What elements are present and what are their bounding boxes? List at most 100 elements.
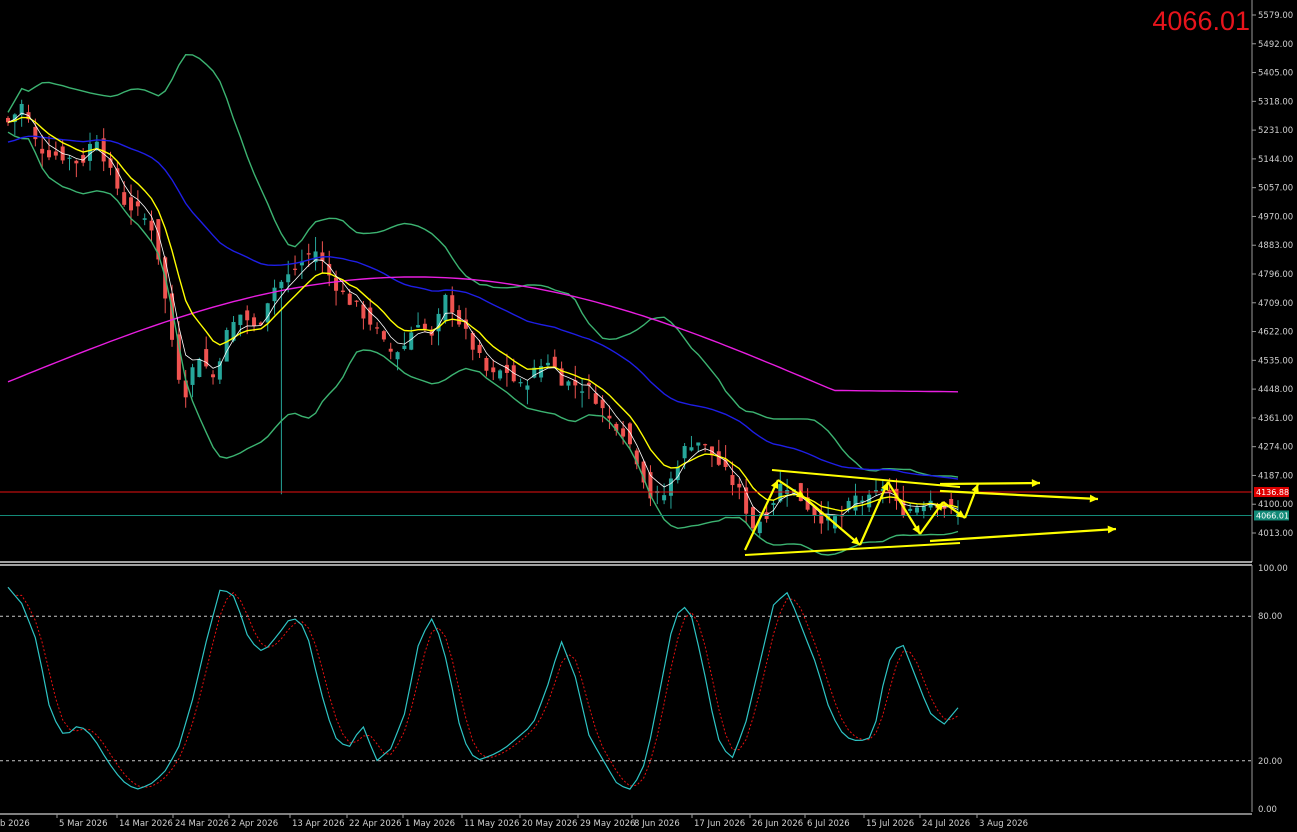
stoch-tick-label: 20.00 [1258,757,1282,767]
price-tick-label: 4796.00 [1258,270,1293,280]
candle-body [668,478,673,496]
time-tick-label: 15 Jul 2026 [866,819,914,829]
price-tick-label: 4883.00 [1258,241,1293,251]
candle-body [245,310,250,321]
candle-body [682,446,687,459]
candle-body [279,281,284,289]
candle-body [47,150,52,158]
current-price-label: 4066.01 [1256,511,1289,520]
candle-body [498,370,503,379]
candle-body [402,345,407,350]
candle-body [607,415,612,419]
candle-body [334,277,339,291]
candle-body [552,356,557,368]
candle-body [197,358,202,378]
time-tick-label: 11 May 2026 [464,819,519,829]
candle-body [149,220,154,231]
price-tick-label: 5231.00 [1258,126,1293,136]
candle-body [53,151,58,156]
candle-body [381,331,386,340]
candle-body [422,323,427,329]
resistance-price-label: 4136.88 [1256,488,1289,497]
candle-body [450,295,455,313]
candle-body [135,201,140,207]
stoch-tick-label: 100.00 [1258,564,1288,574]
price-tick-label: 4013.00 [1258,529,1293,539]
price-tick-label: 4970.00 [1258,212,1293,222]
candle-body [354,300,359,302]
candle-body [40,148,45,154]
price-tick-label: 5057.00 [1258,184,1293,194]
candle-body [416,325,421,328]
candle-body [272,287,277,302]
candle-body [696,442,701,446]
candle-body [518,382,523,384]
time-tick-label: 6 Jul 2026 [807,819,850,829]
candle-body [662,495,667,501]
candle-body [368,307,373,325]
candle-body [190,367,195,385]
price-tick-label: 4709.00 [1258,299,1293,309]
price-tick-label: 5492.00 [1258,40,1293,50]
time-tick-label: 22 Apr 2026 [349,819,402,829]
price-tick-label: 5144.00 [1258,155,1293,165]
time-tick-label: 8 Jun 2026 [634,819,680,829]
candle-body [388,348,393,352]
candle-body [101,138,106,162]
candle-body [211,374,216,378]
time-tick-label: 29 May 2026 [580,819,635,829]
stoch-tick-label: 80.00 [1258,612,1282,622]
candle-body [525,385,530,390]
time-tick-label: 20 May 2026 [522,819,577,829]
candle-body [908,508,913,511]
candle-body [347,293,352,305]
candle-body [477,344,482,353]
price-tick-label: 5579.00 [1258,11,1293,21]
candle-body [395,352,400,360]
candle-body [470,332,475,350]
price-tick-label: 4622.00 [1258,328,1293,338]
candle-body [716,451,721,465]
price-tick-label: 4187.00 [1258,471,1293,481]
time-tick-label: 24 Mar 2026 [175,819,229,829]
candle-body [238,314,243,326]
candle-body [142,218,147,220]
candle-body [580,391,585,393]
price-tick-label: 4100.00 [1258,500,1293,510]
price-tick-label: 5405.00 [1258,69,1293,79]
candle-body [129,197,134,211]
candle-body [627,423,632,445]
candle-body [914,507,919,513]
candle-body [74,160,79,164]
candle-body [853,495,858,511]
candle-body [867,494,872,508]
candle-body [593,393,598,404]
time-tick-label: 17 Jun 2026 [694,819,745,829]
stoch-tick-label: 0.00 [1258,805,1277,815]
time-tick-label: 1 May 2026 [405,819,455,829]
candle-body [737,483,742,488]
price-tick-label: 4361.00 [1258,414,1293,424]
candle-body [224,330,229,362]
candle-body [566,381,571,386]
candle-body [750,507,755,529]
candle-body [122,192,127,205]
candle-body [491,367,496,373]
price-tick-label: 4448.00 [1258,385,1293,395]
candle-body [265,303,270,323]
candle-body [252,317,257,327]
candle-body [217,361,222,380]
candle-body [545,362,550,366]
candle-body [703,444,708,446]
candle-body [621,428,626,437]
price-chart[interactable]: 5579.00 5492.00 5405.00 5318.00 5231.00 5144.… [0,0,1297,832]
candle-body [484,357,489,371]
time-tick-label: 13 Apr 2026 [292,819,345,829]
candle-body [443,294,448,321]
time-tick-label: 14 Mar 2026 [119,819,173,829]
time-tick-label: 3 Aug 2026 [979,819,1028,829]
price-tick-label: 4535.00 [1258,356,1293,366]
candle-body [286,274,291,283]
candle-body [340,290,345,293]
candle-body [293,268,298,270]
